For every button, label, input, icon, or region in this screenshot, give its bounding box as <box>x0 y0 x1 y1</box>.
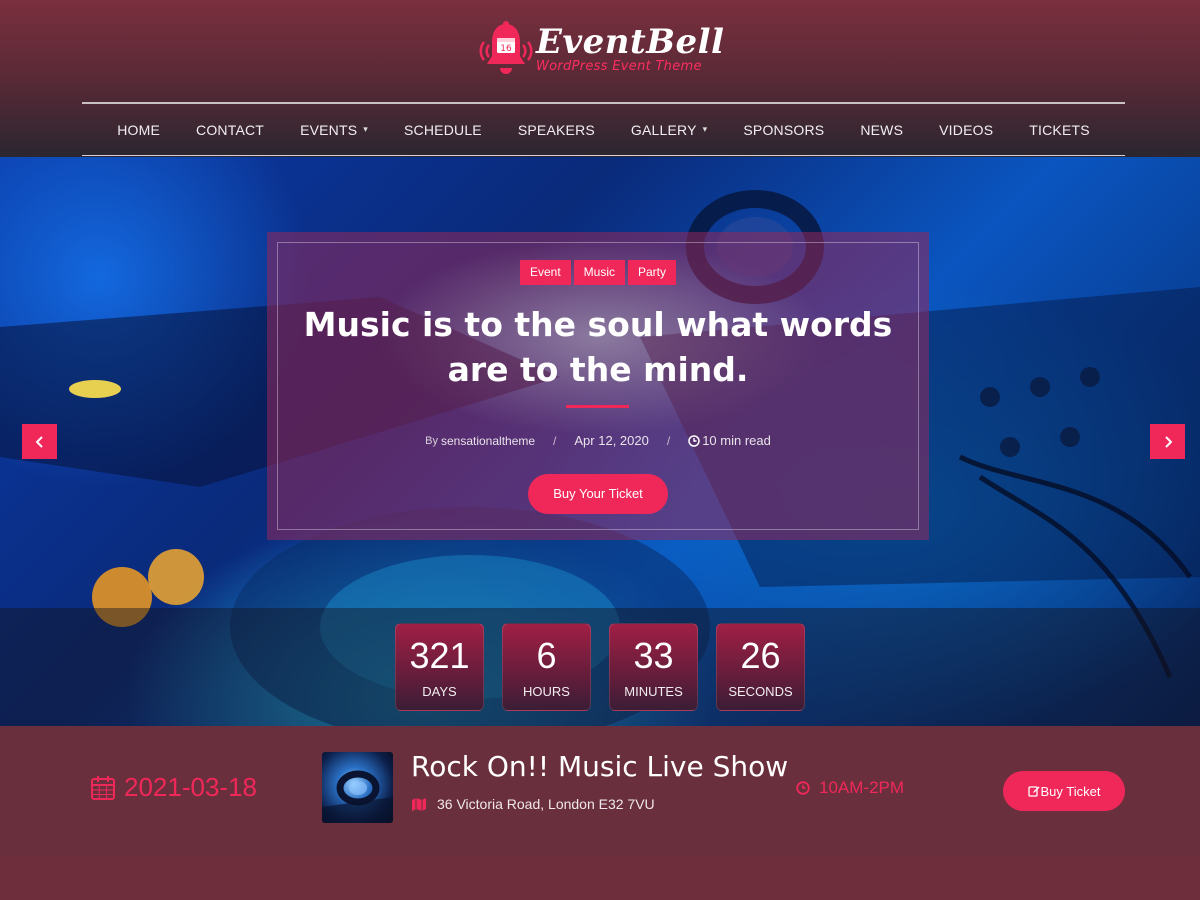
map-icon <box>412 797 426 811</box>
site-title[interactable]: EventBell <box>536 20 724 64</box>
slider-next-button[interactable] <box>1150 424 1185 459</box>
countdown-label: SECONDS <box>728 684 793 699</box>
nav-item-speakers[interactable]: SPEAKERS <box>500 122 613 138</box>
calendar-icon <box>91 775 115 800</box>
author-prefix: By <box>425 434 438 447</box>
slider-prev-button[interactable] <box>22 424 57 459</box>
nav-item-events[interactable]: EVENTS ▾ <box>282 122 386 138</box>
event-thumbnail[interactable] <box>322 752 393 823</box>
event-date-text: 2021-03-18 <box>124 772 257 802</box>
countdown-timer: 321 DAYS 6 HOURS 33 MINUTES 26 SECONDS <box>0 623 1200 711</box>
edit-icon <box>1027 786 1040 797</box>
bell-logo-icon: 16 <box>479 21 533 74</box>
hero-slider: Event Music Party Music is to the soul w… <box>0 157 1200 726</box>
countdown-value: 33 <box>633 635 674 676</box>
upcoming-event-bar: 2021-03-18 Rock On!! Music Live Show 36 … <box>0 726 1200 856</box>
clock-icon <box>796 781 810 795</box>
buy-your-ticket-button[interactable]: Buy Your Ticket <box>528 474 668 514</box>
event-title[interactable]: Rock On!! Music Live Show <box>411 750 788 783</box>
event-location: 36 Victoria Road, London E32 7VU <box>411 796 655 812</box>
event-time-text: 10AM-2PM <box>819 778 905 797</box>
hero-caption-card: Event Music Party Music is to the soul w… <box>267 232 929 540</box>
author-link[interactable]: sensationaltheme <box>441 434 535 448</box>
countdown-value: 6 <box>536 635 557 676</box>
nav-item-news[interactable]: NEWS <box>842 122 921 138</box>
headphones-image-icon <box>322 770 393 823</box>
clock-icon <box>688 434 700 447</box>
hero-title[interactable]: Music is to the soul what words are to t… <box>287 302 909 392</box>
countdown-value: 321 <box>409 635 470 676</box>
chevron-right-icon <box>1164 435 1172 448</box>
countdown-value: 26 <box>740 635 781 676</box>
nav-item-gallery[interactable]: GALLERY ▾ <box>613 122 725 138</box>
site-tagline: WordPress Event Theme <box>536 59 702 74</box>
chevron-down-icon: ▾ <box>363 124 368 134</box>
meta-separator: / <box>553 433 557 448</box>
read-time: 10 min read <box>702 433 771 448</box>
title-underline <box>566 405 629 408</box>
site-header: 16 EventBell WordPress Event Theme HOME … <box>0 0 1200 157</box>
nav-item-videos[interactable]: VIDEOS <box>921 122 1011 138</box>
countdown-seconds: 26 SECONDS <box>716 623 805 711</box>
countdown-label: DAYS <box>422 684 457 699</box>
site-logo[interactable]: 16 EventBell WordPress Event Theme <box>478 20 738 84</box>
main-nav: HOME CONTACT EVENTS ▾ SCHEDULE SPEAKERS G… <box>82 104 1125 155</box>
nav-item-tickets[interactable]: TICKETS <box>1011 122 1108 138</box>
meta-separator: / <box>666 433 671 448</box>
post-tags: Event Music Party <box>267 260 929 285</box>
event-date: 2021-03-18 <box>90 772 257 803</box>
countdown-minutes: 33 MINUTES <box>609 623 698 711</box>
chevron-left-icon <box>35 435 43 448</box>
nav-item-sponsors[interactable]: SPONSORS <box>725 122 842 138</box>
chevron-down-icon: ▾ <box>702 124 708 134</box>
nav-item-schedule[interactable]: SCHEDULE <box>386 122 500 138</box>
countdown-days: 321 DAYS <box>395 623 484 711</box>
post-meta: By sensationaltheme / Apr 12, 2020 / 10 … <box>267 433 929 448</box>
tag-music[interactable]: Music <box>573 260 625 285</box>
tag-party[interactable]: Party <box>628 260 677 285</box>
nav-divider-bottom <box>82 155 1125 156</box>
countdown-hours: 6 HOURS <box>502 623 591 711</box>
buy-ticket-label: Buy Ticket <box>1040 783 1101 799</box>
countdown-label: MINUTES <box>624 684 683 699</box>
event-time: 10AM-2PM <box>796 778 904 798</box>
post-date[interactable]: Apr 12, 2020 <box>574 433 648 448</box>
nav-item-home[interactable]: HOME <box>99 122 178 138</box>
svg-text:16: 16 <box>500 44 512 54</box>
buy-ticket-button[interactable]: Buy Ticket <box>1003 771 1125 811</box>
countdown-label: HOURS <box>523 684 570 699</box>
nav-item-contact[interactable]: CONTACT <box>178 122 282 138</box>
tag-event[interactable]: Event <box>519 260 571 285</box>
event-address: 36 Victoria Road, London E32 7VU <box>437 796 655 812</box>
